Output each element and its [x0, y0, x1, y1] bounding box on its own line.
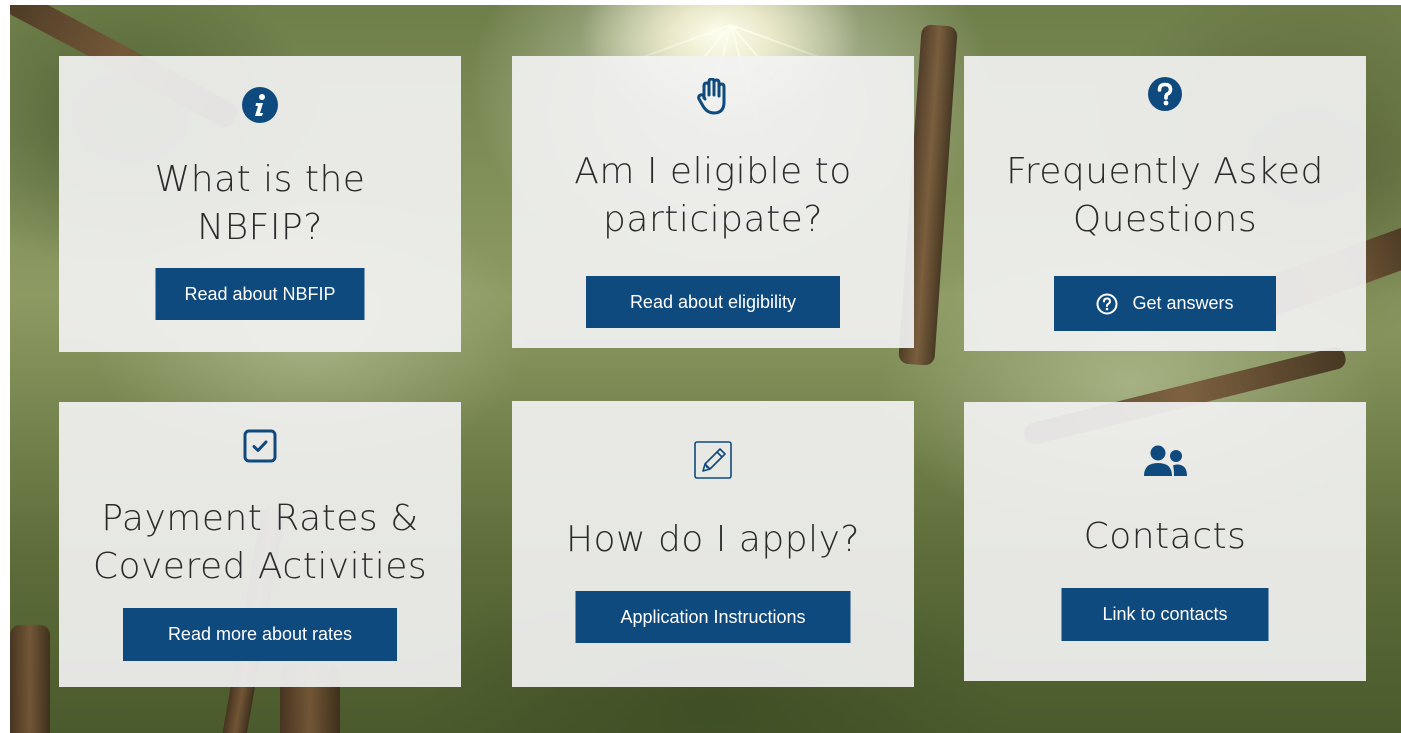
link-to-contacts-button[interactable]: Link to contacts: [1061, 588, 1269, 641]
card-title: Frequently Asked Questions: [1006, 151, 1324, 240]
question-circle-icon: [964, 77, 1366, 111]
card-faq: Frequently Asked Questions Get answers: [964, 56, 1366, 351]
card-payment-rates: Payment Rates & Covered Activities Read …: [59, 402, 461, 687]
read-more-about-rates-button[interactable]: Read more about rates: [123, 608, 397, 661]
application-instructions-button[interactable]: Application Instructions: [575, 591, 851, 643]
card-title: Am I eligible to participate?: [574, 151, 852, 240]
question-circle-outline-icon: [1096, 293, 1118, 315]
card-title: Contacts: [1083, 516, 1247, 557]
card-what-is-nbfip: What is the NBFIP? Read about NBFIP: [59, 56, 461, 352]
card-contacts: Contacts Link to contacts: [964, 402, 1366, 681]
info-circle-icon: [59, 87, 461, 123]
card-how-to-apply: How do I apply? Application Instructions: [512, 401, 914, 687]
get-answers-button[interactable]: Get answers: [1054, 276, 1276, 331]
card-title: Payment Rates & Covered Activities: [92, 498, 428, 587]
tree-trunk: [10, 625, 50, 733]
pencil-square-icon: [512, 439, 914, 481]
read-about-eligibility-button[interactable]: Read about eligibility: [586, 276, 840, 328]
card-title: What is the NBFIP?: [154, 159, 366, 248]
checked-box-icon: [59, 429, 461, 463]
card-title: How do I apply?: [565, 519, 861, 560]
card-eligibility: Am I eligible to participate? Read about…: [512, 56, 914, 348]
raised-hand-icon: [512, 78, 914, 116]
read-about-nbfip-button[interactable]: Read about NBFIP: [155, 268, 365, 320]
users-icon: [964, 444, 1366, 478]
